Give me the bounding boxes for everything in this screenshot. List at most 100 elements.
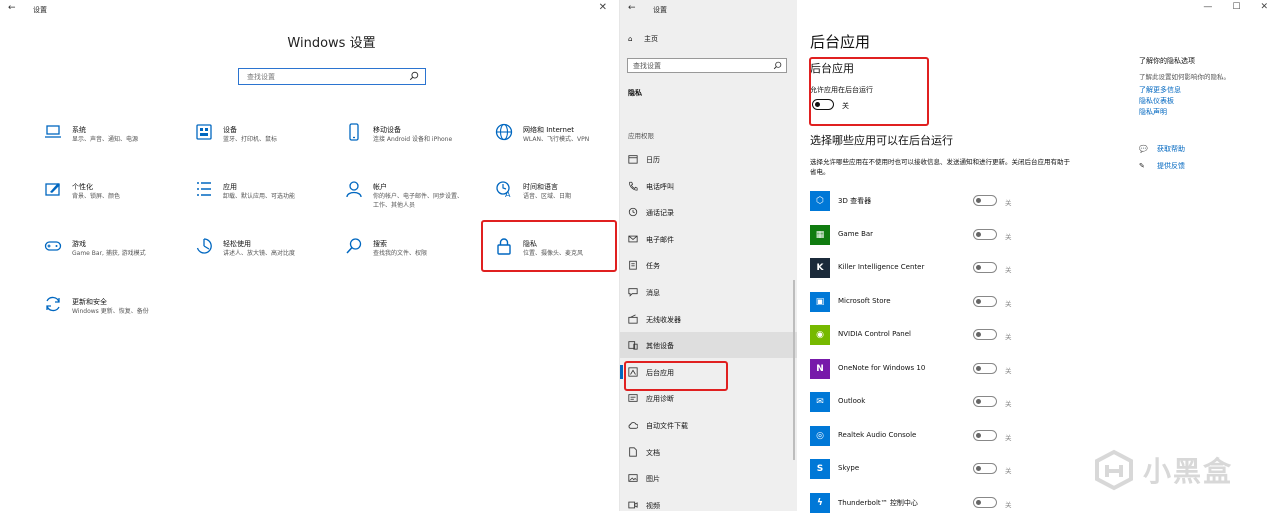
app-background-toggle[interactable] [973, 329, 997, 340]
app-background-toggle[interactable] [973, 228, 997, 240]
back-arrow-icon[interactable]: ← [628, 3, 636, 13]
nav-item-video[interactable]: 视频 [620, 492, 797, 518]
mail-icon [628, 234, 638, 244]
settings-category-7[interactable]: A 时间和语言语音、区域、日期 [495, 180, 635, 208]
watermark-icon [1095, 449, 1133, 491]
privacy-options-title: 了解你的隐私选项 [1139, 57, 1195, 65]
nav-item-document[interactable]: 文档 [620, 439, 797, 465]
nav-item-history[interactable]: 通话记录 [620, 199, 797, 225]
laptop-icon [44, 123, 62, 141]
nav-search-input[interactable]: 查找设置 [627, 58, 787, 73]
feedback-icon: ✎ [1139, 162, 1145, 170]
privacy-options-desc: 了解此设置如何影响你的隐私。 [1139, 73, 1230, 81]
app-background-toggle[interactable] [973, 295, 997, 307]
category-desc: 语音、区域、日期 [523, 193, 572, 200]
search-icon [345, 237, 363, 255]
category-name: 轻松使用 [223, 240, 251, 248]
nav-item-picture[interactable]: 图片 [620, 465, 797, 491]
app-row: K Killer Intelligence Center 关 [810, 258, 1070, 284]
section-description: 选择允许哪些应用在不使用时也可以接收信息、发送通知和进行更新。关闭后台应用有助于… [810, 158, 1070, 176]
app-name: Game Bar [838, 229, 874, 238]
get-help-link[interactable]: 💬 获取帮助 [1139, 144, 1185, 154]
category-name: 设备 [223, 126, 237, 134]
svg-text:A: A [505, 190, 511, 198]
page-title: Windows 设置 [287, 36, 376, 51]
close-icon[interactable]: ✕ [1260, 2, 1268, 12]
nav-home[interactable]: ⌂ 主页 [628, 34, 658, 44]
app-icon: ✉ [810, 392, 830, 412]
app-background-toggle[interactable] [973, 396, 997, 407]
app-background-toggle[interactable] [973, 496, 997, 508]
app-background-toggle[interactable] [973, 195, 997, 206]
minimize-icon[interactable]: — [1203, 2, 1212, 12]
settings-category-0[interactable]: 系统 显示、声音、通知、电源 [44, 123, 184, 151]
category-name: 时间和语言 [523, 183, 558, 191]
settings-category-12[interactable]: 更新和安全 Windows 更新、恢复、备份 [44, 295, 184, 323]
app-background-toggle[interactable] [973, 463, 997, 474]
learn-more-link[interactable]: 了解更多信息 [1139, 85, 1181, 95]
app-toggle-state: 关 [1005, 266, 1012, 274]
personalization-icon [44, 180, 62, 198]
settings-category-8[interactable]: 游戏 Game Bar, 捕获, 游戏模式 [44, 237, 184, 265]
app-background-toggle[interactable] [973, 362, 997, 374]
settings-category-1[interactable]: 设备 蓝牙、打印机、鼠标 [195, 123, 335, 151]
app-toggle-state: 关 [1005, 199, 1012, 207]
nav-item-other-devices[interactable]: 其他设备 [620, 332, 797, 359]
close-icon[interactable]: ✕ [599, 2, 607, 13]
app-row: N OneNote for Windows 10 关 [810, 358, 1070, 385]
app-name: OneNote for Windows 10 [838, 363, 926, 372]
settings-category-3[interactable]: 网络和 Internet WLAN、飞行模式、VPN [495, 123, 635, 151]
background-section-highlight-box [809, 57, 929, 126]
category-name: 网络和 Internet [523, 126, 575, 134]
app-name: 3D 查看器 [838, 197, 872, 205]
window-title: 设置 [33, 6, 47, 14]
app-name: Killer Intelligence Center [838, 263, 925, 271]
app-row: ▣ Microsoft Store 关 [810, 291, 1070, 318]
nav-item-label: 电子邮件 [646, 235, 674, 244]
settings-category-9[interactable]: 轻松使用 讲述人、放大镜、高对比度 [195, 237, 335, 265]
category-name: 应用 [223, 183, 237, 191]
app-background-toggle[interactable] [973, 429, 997, 441]
nav-scrollbar[interactable] [793, 280, 795, 460]
settings-category-6[interactable]: 帐户 你的帐户、电子邮件、同步设置、 工作、其他人员 [345, 180, 485, 209]
nav-item-tasks[interactable]: 任务 [620, 252, 797, 278]
settings-category-10[interactable]: 搜索 查找我的文件、权限 [345, 237, 485, 265]
app-name: NVIDIA Control Panel [838, 330, 911, 338]
settings-category-2[interactable]: 移动设备 连接 Android 设备和 iPhone [345, 123, 485, 151]
nav-perm-header: 应用权限 [628, 132, 654, 140]
nav-item-label: 无线收发器 [646, 315, 681, 324]
nav-item-calendar[interactable]: 日历 [620, 146, 797, 172]
nav-item-message[interactable]: 消息 [620, 279, 797, 305]
search-input[interactable]: 查找设置 [238, 68, 426, 85]
app-background-toggle[interactable] [973, 262, 997, 273]
nav-item-call[interactable]: 电话呼叫 [620, 173, 797, 199]
category-desc: 卸载、默认应用、可选功能 [223, 193, 296, 200]
back-arrow-icon[interactable]: ← [8, 3, 16, 13]
privacy-dashboard-link[interactable]: 隐私仪表板 [1139, 96, 1174, 106]
search-icon [773, 61, 782, 70]
window-controls: — ☐ ✕ [1183, 2, 1268, 12]
category-desc: 显示、声音、通知、电源 [72, 136, 139, 143]
maximize-icon[interactable]: ☐ [1232, 2, 1240, 12]
settings-category-4[interactable]: 个性化 背景、锁屏、颜色 [44, 180, 184, 208]
radio-icon [628, 314, 638, 324]
person-icon [345, 180, 363, 198]
app-icon: ⬡ [810, 191, 830, 211]
nav-item-radio[interactable]: 无线收发器 [620, 306, 797, 332]
feedback-link[interactable]: ✎ 提供反馈 [1139, 161, 1185, 171]
nav-item-mail[interactable]: 电子邮件 [620, 226, 797, 252]
tasks-icon [628, 260, 638, 270]
nav-item-cloud[interactable]: 自动文件下载 [620, 412, 797, 438]
app-row: ▦ Game Bar 关 [810, 224, 1070, 251]
app-icon: S [810, 459, 830, 479]
windows-settings-home: ← 设置 ✕ Windows 设置 查找设置 系统 显示、声音、通知、电源 设备 蓝牙… [0, 0, 620, 511]
privacy-statement-link[interactable]: 隐私声明 [1139, 107, 1167, 117]
settings-category-5[interactable]: 应用卸载、默认应用、可选功能 [195, 180, 335, 208]
app-toggle-state: 关 [1005, 433, 1012, 442]
app-icon: ◉ [810, 325, 830, 345]
category-name: 搜索 [373, 240, 387, 248]
home-icon: ⌂ [628, 35, 633, 43]
app-row: ⬡ 3D 查看器 关 [810, 191, 1070, 217]
app-toggle-state: 关 [1005, 467, 1012, 475]
nav-item-label: 文档 [646, 448, 660, 457]
